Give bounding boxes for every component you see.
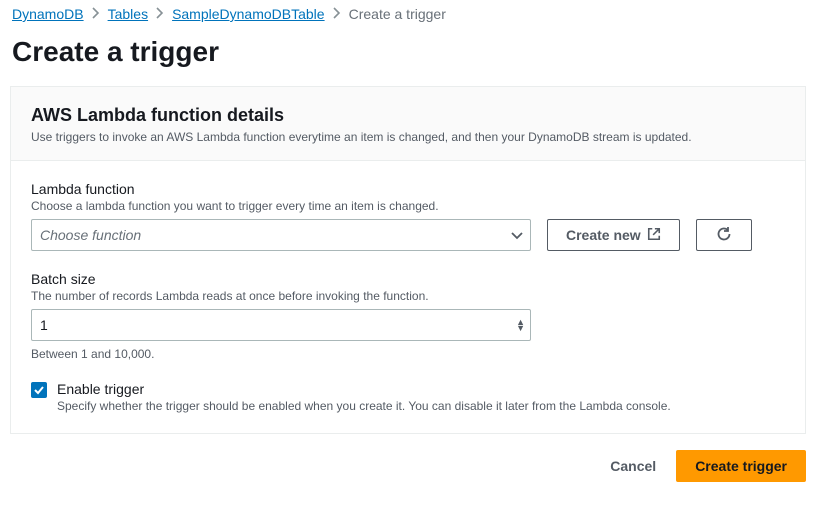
check-icon	[33, 384, 45, 396]
field-description: The number of records Lambda reads at on…	[31, 289, 785, 303]
create-new-button[interactable]: Create new	[547, 219, 680, 251]
batch-size-input-wrapper: ▲▼	[31, 309, 531, 341]
page-title: Create a trigger	[0, 28, 816, 86]
panel-header: AWS Lambda function details Use triggers…	[11, 87, 805, 161]
create-new-label: Create new	[566, 227, 641, 243]
panel-lambda-details: AWS Lambda function details Use triggers…	[10, 86, 806, 434]
field-description: Choose a lambda function you want to tri…	[31, 199, 785, 213]
spinner-icon[interactable]: ▲▼	[516, 319, 525, 331]
breadcrumb-link-tables[interactable]: Tables	[108, 6, 148, 22]
checkbox-description: Specify whether the trigger should be en…	[57, 399, 671, 413]
field-label: Lambda function	[31, 181, 785, 197]
lambda-function-select[interactable]	[31, 219, 531, 251]
checkbox-content: Enable trigger Specify whether the trigg…	[57, 381, 671, 413]
breadcrumb-link-table-name[interactable]: SampleDynamoDBTable	[172, 6, 325, 22]
field-batch-size: Batch size The number of records Lambda …	[31, 271, 785, 361]
field-enable-trigger: Enable trigger Specify whether the trigg…	[31, 381, 785, 413]
chevron-right-icon	[92, 6, 100, 22]
panel-title: AWS Lambda function details	[31, 105, 785, 126]
field-lambda-function: Lambda function Choose a lambda function…	[31, 181, 785, 251]
refresh-button[interactable]	[696, 219, 752, 251]
chevron-right-icon	[333, 6, 341, 22]
footer-actions: Cancel Create trigger	[0, 450, 816, 494]
field-label: Batch size	[31, 271, 785, 287]
breadcrumb-current: Create a trigger	[349, 6, 446, 22]
external-link-icon	[647, 227, 661, 244]
lambda-function-input[interactable]	[31, 219, 531, 251]
breadcrumb: DynamoDB Tables SampleDynamoDBTable Crea…	[0, 0, 816, 28]
refresh-icon	[716, 226, 732, 245]
panel-description: Use triggers to invoke an AWS Lambda fun…	[31, 130, 785, 144]
batch-size-input[interactable]	[31, 309, 531, 341]
create-trigger-button[interactable]: Create trigger	[676, 450, 806, 482]
checkbox-label: Enable trigger	[57, 381, 671, 397]
enable-trigger-checkbox[interactable]	[31, 382, 47, 398]
panel-body: Lambda function Choose a lambda function…	[11, 161, 805, 433]
chevron-right-icon	[156, 6, 164, 22]
breadcrumb-link-dynamodb[interactable]: DynamoDB	[12, 6, 84, 22]
cancel-button[interactable]: Cancel	[602, 450, 664, 482]
field-hint: Between 1 and 10,000.	[31, 347, 785, 361]
